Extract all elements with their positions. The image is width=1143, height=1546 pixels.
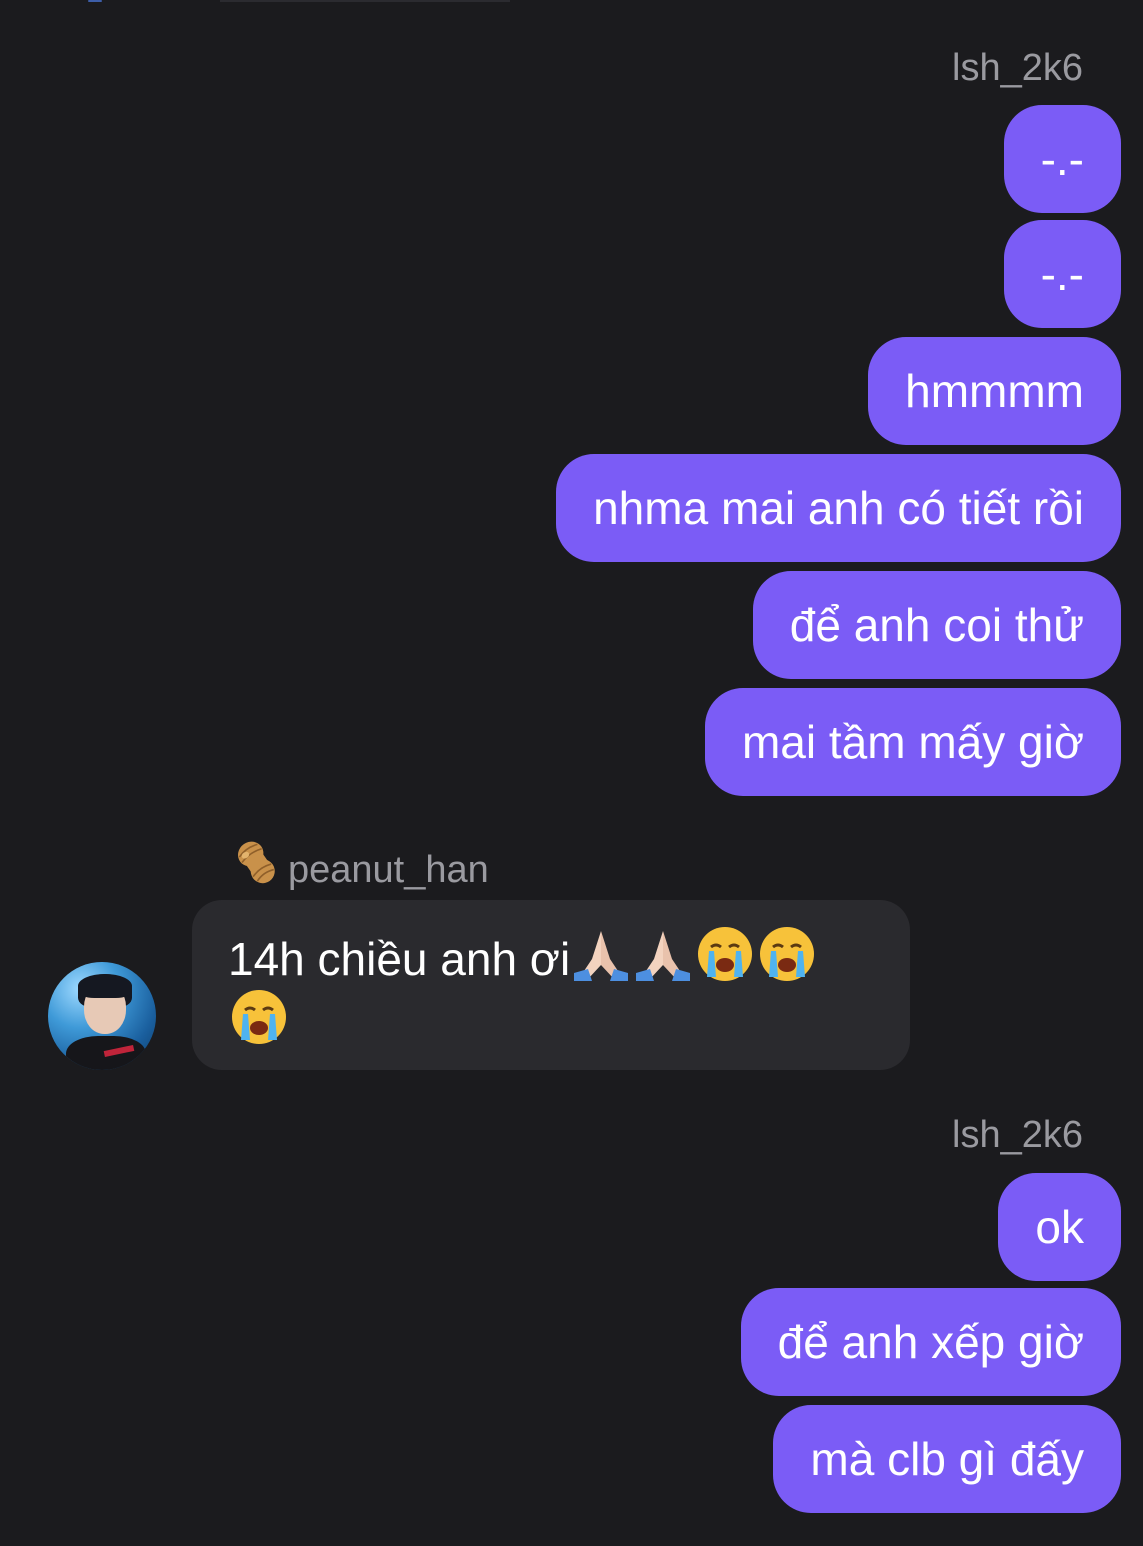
message-bubble-incoming[interactable]: 14h chiều anh ơi (192, 900, 910, 1070)
message-text: -.- (1040, 133, 1084, 185)
message-text: để anh coi thử (789, 599, 1084, 651)
message-bubble-outgoing[interactable]: -.- (1003, 220, 1121, 328)
message-text: nhma mai anh có tiết rồi (593, 482, 1084, 534)
message-bubble-outgoing[interactable]: để anh coi thử (752, 571, 1121, 679)
peanut-icon (238, 841, 275, 884)
loudly-crying-face-icon (760, 927, 815, 981)
loudly-crying-face-icon (232, 990, 286, 1044)
message-text: để anh xếp giờ (777, 1316, 1084, 1368)
message-bubble-outgoing[interactable]: -.- (1003, 105, 1121, 213)
top-indicator (88, 0, 102, 2)
message-text: mai tầm mấy giờ (741, 716, 1084, 768)
sender-name-incoming: peanut_han (232, 838, 489, 895)
message-bubble-outgoing[interactable]: mà clb gì đấy (773, 1405, 1121, 1513)
message-text: ok (1035, 1201, 1084, 1253)
top-divider (220, 0, 510, 2)
message-bubble-outgoing[interactable]: ok (998, 1173, 1121, 1281)
sender-name-text: peanut_han (288, 849, 489, 891)
message-bubble-outgoing[interactable]: hmmmm (868, 337, 1121, 445)
message-bubble-outgoing[interactable]: nhma mai anh có tiết rồi (556, 454, 1121, 562)
message-bubble-outgoing[interactable]: mai tầm mấy giờ (704, 688, 1121, 796)
chat-screen: lsh_2k6 -.- -.- hmmmm nhma mai anh có ti… (0, 0, 1143, 1546)
message-text: 14h chiều anh ơi (228, 933, 571, 985)
avatar[interactable] (48, 962, 156, 1070)
message-text: mà clb gì đấy (810, 1433, 1084, 1485)
sender-name: lsh_2k6 (952, 47, 1083, 89)
message-text: -.- (1040, 248, 1084, 300)
message-text: hmmmm (905, 365, 1084, 417)
folded-hands-icon (636, 931, 691, 981)
sender-name: lsh_2k6 (952, 1114, 1083, 1156)
folded-hands-icon (574, 931, 629, 981)
message-bubble-outgoing[interactable]: để anh xếp giờ (740, 1288, 1121, 1396)
loudly-crying-face-icon (698, 927, 753, 981)
